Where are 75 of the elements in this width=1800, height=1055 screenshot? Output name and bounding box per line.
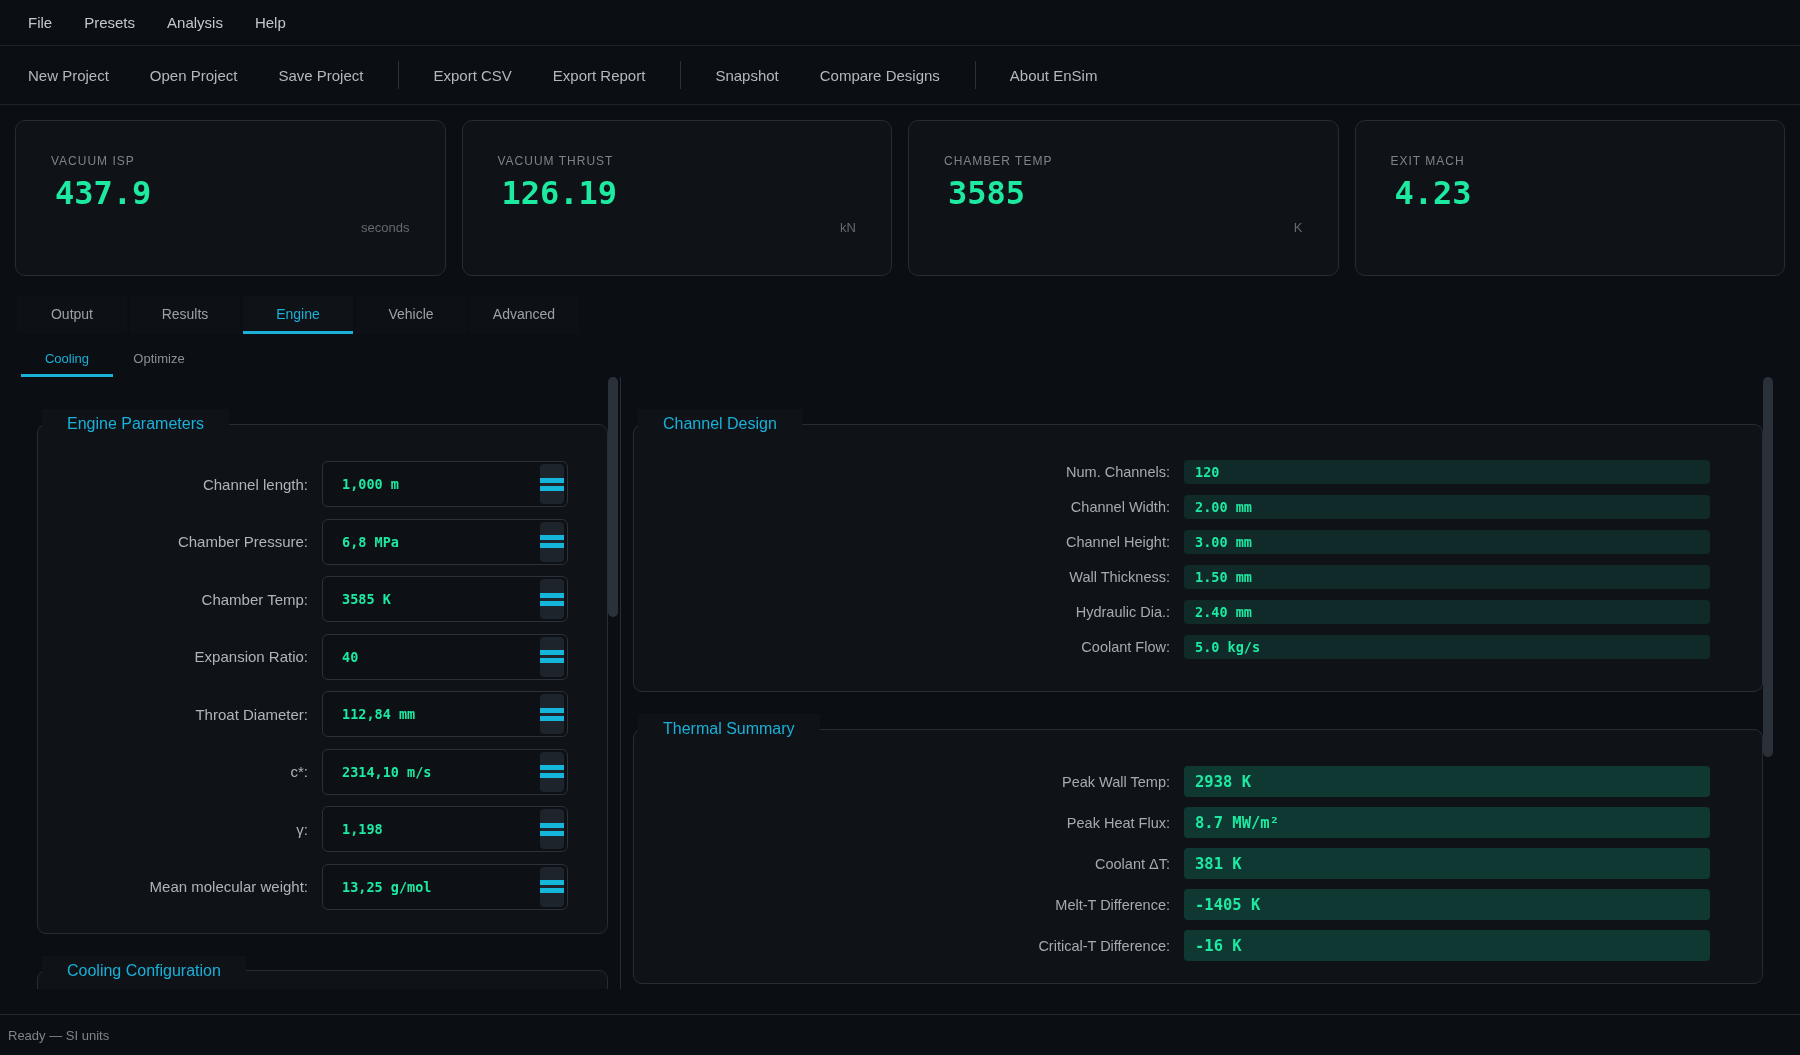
readout-value: 8.7 MW/m²	[1184, 807, 1710, 838]
field-label: Channel Height:	[1065, 534, 1170, 550]
field-label: Channel Width:	[1069, 499, 1170, 515]
spin-box[interactable]: 112,84 mm	[322, 691, 568, 737]
field-label: Peak Wall Temp:	[1061, 773, 1170, 790]
field-label: Throat Diameter:	[194, 705, 308, 723]
spin-buttons[interactable]	[540, 751, 564, 792]
field-label: Mean molecular weight:	[148, 878, 308, 895]
spin-box[interactable]: 1,198	[322, 806, 568, 852]
toolbar-button[interactable]: Snapshot	[699, 60, 795, 90]
menu-item[interactable]: Presets	[68, 10, 152, 35]
spin-box[interactable]: 2314,10 m/s	[322, 748, 568, 795]
menu-item[interactable]: Analysis	[151, 10, 239, 35]
field-label: Critical-T Difference:	[1037, 937, 1170, 954]
field-label: Coolant Flow:	[1080, 639, 1170, 655]
readout-value: 5.0 kg/s	[1184, 635, 1710, 659]
spin-buttons[interactable]	[540, 866, 564, 907]
tab[interactable]: Engine	[243, 296, 353, 334]
metric-label: EXIT MACH	[1390, 154, 1465, 168]
field-label: Channel length:	[201, 475, 308, 493]
scrollbar-thumb[interactable]	[608, 377, 618, 617]
spin-buttons[interactable]	[540, 809, 564, 849]
menu-item[interactable]: File	[12, 10, 69, 35]
field-label: Hydraulic Dia.:	[1074, 604, 1170, 620]
spin-box[interactable]: 3585 K	[322, 576, 568, 622]
readout-value: 120	[1184, 460, 1710, 484]
spin-box[interactable]: 13,25 g/mol	[322, 863, 568, 910]
spin-box[interactable]: 40	[322, 633, 568, 680]
readout-value: -1405 K	[1184, 889, 1710, 920]
field-label: c*:	[289, 763, 308, 780]
status-text: Ready — SI units	[8, 1027, 110, 1043]
toolbar-button[interactable]: Compare Designs	[803, 60, 956, 90]
readout-value: 3.00 mm	[1184, 530, 1710, 554]
scrollbar-thumb[interactable]	[1763, 377, 1773, 757]
readout-value: 2.00 mm	[1184, 495, 1710, 519]
metric-unit: K	[1293, 220, 1303, 235]
field-label: Chamber Pressure:	[176, 533, 308, 550]
field-label: Melt-T Difference:	[1054, 896, 1170, 913]
field-label: Expansion Ratio:	[193, 648, 308, 665]
spin-buttons[interactable]	[540, 694, 564, 734]
metric-value: 3585	[948, 174, 1026, 212]
toolbar-button[interactable]: About EnSim	[993, 60, 1114, 90]
metric-unit: kN	[840, 220, 856, 235]
metric-label: VACUUM THRUST	[497, 154, 614, 168]
field-label: Num. Channels:	[1065, 464, 1170, 480]
metric-unit: seconds	[361, 220, 410, 235]
metric-label: VACUUM ISP	[51, 154, 135, 168]
spin-box[interactable]: 1,000 m	[322, 461, 568, 507]
metric-value: 126.19	[501, 174, 618, 212]
readout-value: 1.50 mm	[1184, 565, 1710, 589]
sub-tab[interactable]: Cooling	[21, 342, 113, 377]
spin-buttons[interactable]	[540, 636, 564, 677]
metric-value: 437.9	[55, 174, 152, 212]
spin-box[interactable]: 6,8 MPa	[322, 518, 568, 565]
metric-label: CHAMBER TEMP	[944, 154, 1053, 168]
spin-buttons[interactable]	[540, 521, 564, 562]
menu-item[interactable]: Help	[238, 10, 302, 35]
toolbar-button[interactable]: Open Project	[133, 60, 254, 90]
toolbar-button[interactable]: Save Project	[262, 60, 380, 90]
field-label: Chamber Temp:	[200, 590, 308, 608]
toolbar-button[interactable]: Export CSV	[417, 60, 528, 90]
spin-buttons[interactable]	[540, 579, 564, 619]
sub-tab[interactable]: Optimize	[113, 342, 205, 377]
spin-buttons[interactable]	[540, 464, 564, 504]
field-label: Coolant ΔT:	[1094, 855, 1170, 872]
field-label: Peak Heat Flux:	[1065, 814, 1170, 831]
toolbar-button[interactable]: New Project	[12, 60, 125, 90]
readout-value: 2.40 mm	[1184, 600, 1710, 624]
toolbar-button[interactable]: Export Report	[536, 60, 662, 90]
metric-value: 4.23	[1394, 174, 1472, 212]
readout-value: 381 K	[1184, 848, 1710, 879]
field-label: γ:	[295, 820, 308, 838]
field-label: Wall Thickness:	[1068, 569, 1170, 585]
readout-value: -16 K	[1184, 930, 1710, 961]
readout-value: 2938 K	[1184, 766, 1710, 797]
